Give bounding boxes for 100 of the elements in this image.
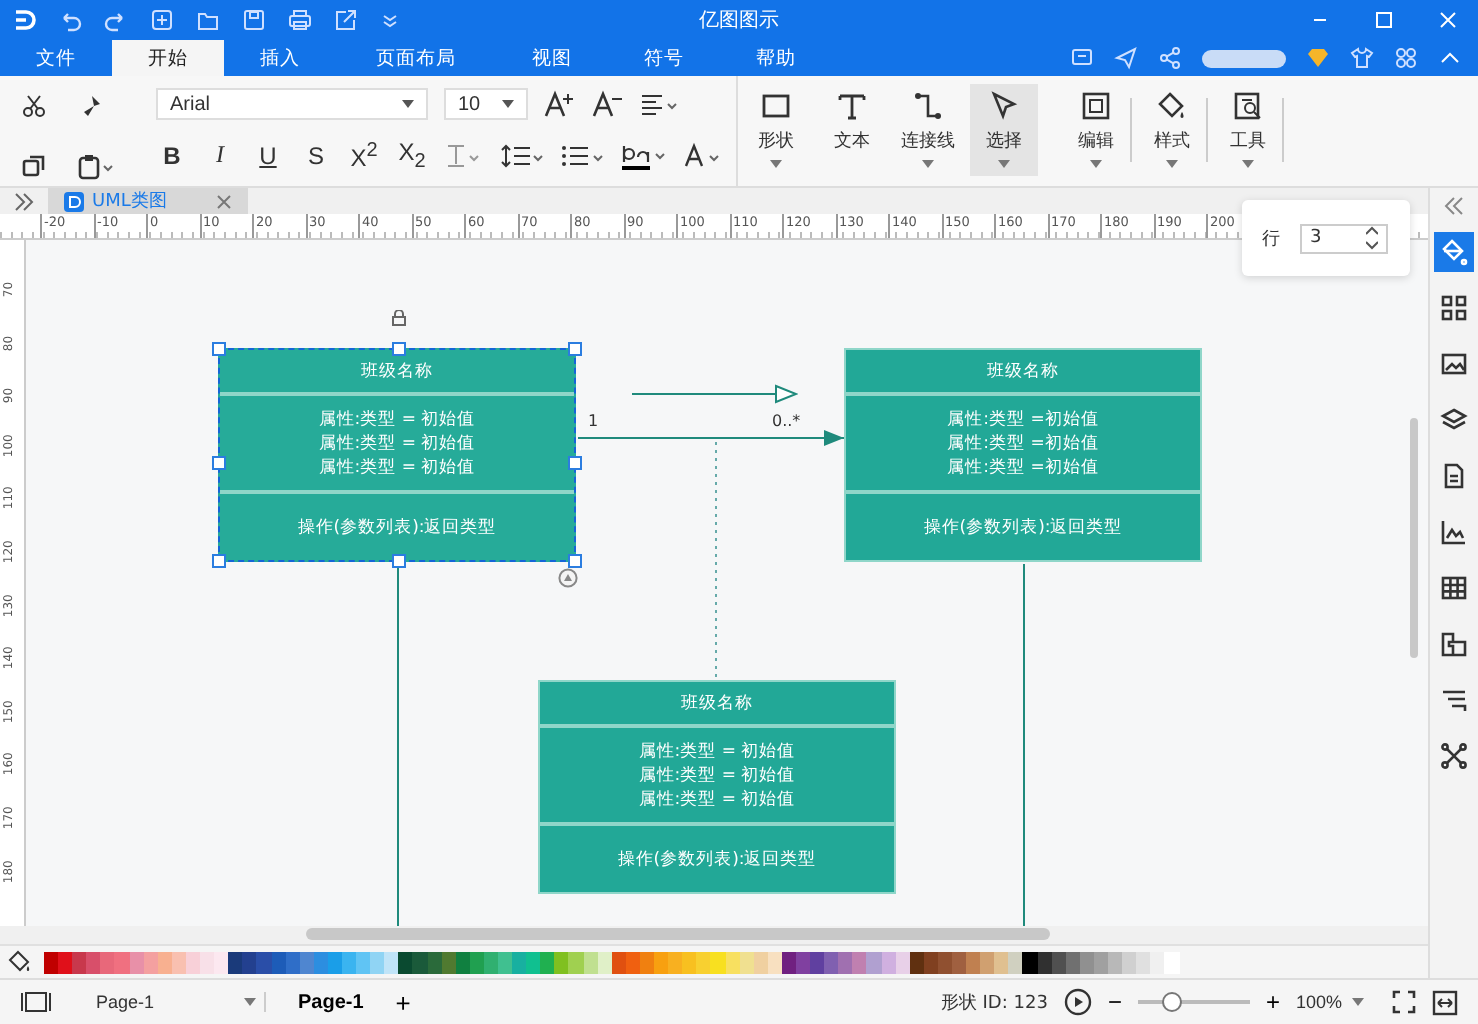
zoom-out-button[interactable]: − bbox=[1107, 988, 1122, 1016]
color-swatch[interactable] bbox=[966, 951, 981, 973]
zoom-slider-thumb[interactable] bbox=[1161, 992, 1182, 1012]
color-swatch[interactable] bbox=[526, 951, 541, 973]
resize-handle[interactable] bbox=[392, 554, 406, 568]
apps-icon[interactable] bbox=[1394, 46, 1418, 70]
color-swatch[interactable] bbox=[540, 951, 555, 973]
color-swatch[interactable] bbox=[86, 951, 101, 973]
color-swatch[interactable] bbox=[668, 951, 683, 973]
color-swatch[interactable] bbox=[568, 951, 584, 973]
color-swatch[interactable] bbox=[1136, 951, 1151, 973]
color-swatch[interactable] bbox=[838, 951, 853, 973]
play-icon[interactable] bbox=[1063, 988, 1092, 1016]
collapse-panel-icon[interactable] bbox=[1442, 196, 1466, 216]
format-button[interactable]: B bbox=[156, 141, 188, 170]
line-spacing-icon[interactable] bbox=[500, 141, 544, 170]
toolbar-button[interactable]: 选择 bbox=[970, 84, 1038, 176]
add-page-button[interactable]: + bbox=[387, 987, 419, 1017]
font-color-icon[interactable] bbox=[684, 141, 724, 170]
color-swatch[interactable] bbox=[512, 951, 527, 973]
color-swatch[interactable] bbox=[214, 951, 229, 973]
color-swatch[interactable] bbox=[114, 951, 130, 973]
close-icon[interactable] bbox=[216, 193, 232, 209]
vertical-scrollbar[interactable] bbox=[1410, 418, 1418, 658]
color-swatch[interactable] bbox=[1022, 951, 1038, 973]
export-icon[interactable] bbox=[334, 8, 358, 32]
fill-bucket-icon[interactable] bbox=[8, 950, 32, 974]
expand-icon[interactable] bbox=[12, 191, 36, 211]
new-icon[interactable] bbox=[150, 8, 174, 32]
color-swatch[interactable] bbox=[44, 951, 59, 973]
send-icon[interactable] bbox=[1114, 46, 1138, 70]
page-view-icon[interactable] bbox=[20, 990, 52, 1014]
text-style-icon[interactable] bbox=[444, 141, 484, 170]
color-swatch[interactable] bbox=[228, 951, 243, 973]
color-swatch[interactable] bbox=[710, 951, 725, 973]
shirt-icon[interactable] bbox=[1350, 46, 1374, 70]
color-swatch[interactable] bbox=[654, 951, 669, 973]
app-logo-icon[interactable] bbox=[12, 8, 36, 32]
color-swatch[interactable] bbox=[1108, 951, 1123, 973]
redo-icon[interactable] bbox=[104, 8, 128, 32]
association-arrow[interactable] bbox=[577, 430, 845, 446]
copy-icon[interactable] bbox=[20, 152, 48, 180]
rotate-icon[interactable] bbox=[558, 568, 578, 588]
color-swatch[interactable] bbox=[1122, 951, 1137, 973]
zoom-in-button[interactable]: + bbox=[1265, 988, 1280, 1016]
toolbar-button[interactable]: 文本 bbox=[818, 84, 886, 176]
color-swatch[interactable] bbox=[384, 951, 399, 973]
undo-icon[interactable] bbox=[58, 8, 82, 32]
format-button[interactable]: X$_{2}$ bbox=[396, 138, 428, 173]
color-swatch[interactable] bbox=[398, 951, 413, 973]
format-button[interactable]: S bbox=[300, 141, 332, 170]
menu-tab[interactable]: 帮助 bbox=[720, 40, 832, 76]
fullscreen-icon[interactable] bbox=[1392, 990, 1416, 1014]
color-swatch[interactable] bbox=[824, 951, 839, 973]
toolbar-button[interactable]: 连接线 bbox=[894, 84, 962, 176]
horizontal-scrollbar[interactable] bbox=[306, 928, 1050, 940]
maximize-icon[interactable] bbox=[1374, 10, 1394, 30]
font-select[interactable]: Arial bbox=[156, 88, 428, 120]
menu-tab[interactable]: 视图 bbox=[496, 40, 608, 76]
color-swatch[interactable] bbox=[952, 951, 967, 973]
page-tab[interactable]: Page-1 bbox=[290, 991, 372, 1013]
color-swatch[interactable] bbox=[994, 951, 1009, 973]
paste-icon[interactable] bbox=[76, 152, 116, 180]
color-swatch[interactable] bbox=[72, 951, 87, 973]
page-select[interactable]: Page-1 bbox=[68, 992, 266, 1012]
print-icon[interactable] bbox=[288, 8, 312, 32]
color-swatch[interactable] bbox=[554, 951, 569, 973]
color-swatch[interactable] bbox=[682, 951, 697, 973]
zoom-select[interactable]: 100% bbox=[1295, 992, 1364, 1012]
format-button[interactable]: X$^{2}$ bbox=[348, 139, 380, 172]
resize-handle[interactable] bbox=[392, 342, 406, 356]
toolbar-button[interactable]: 形状 bbox=[742, 84, 810, 176]
scissors-icon[interactable] bbox=[20, 92, 48, 120]
color-swatch[interactable] bbox=[866, 951, 882, 973]
toolbar-button[interactable]: 样式 bbox=[1138, 84, 1206, 176]
fit-width-icon[interactable] bbox=[1432, 989, 1458, 1015]
color-swatch[interactable] bbox=[356, 951, 371, 973]
color-swatch[interactable] bbox=[810, 951, 825, 973]
color-swatch[interactable] bbox=[100, 951, 115, 973]
align-icon[interactable] bbox=[640, 90, 680, 118]
font-grow-icon[interactable] bbox=[544, 90, 576, 118]
color-swatch[interactable] bbox=[412, 951, 428, 973]
folder-icon[interactable] bbox=[196, 8, 220, 32]
menu-tab[interactable]: 插入 bbox=[224, 40, 336, 76]
menu-tab[interactable]: 符号 bbox=[608, 40, 720, 76]
font-size-select[interactable]: 10 bbox=[444, 88, 528, 120]
color-swatch[interactable] bbox=[58, 951, 73, 973]
menu-tab[interactable]: 文件 bbox=[0, 40, 112, 76]
color-swatch[interactable] bbox=[852, 951, 867, 973]
toolbar-button[interactable]: 编辑 bbox=[1062, 84, 1130, 176]
font-shrink-icon[interactable] bbox=[592, 90, 624, 118]
color-swatch[interactable] bbox=[1150, 951, 1165, 973]
format-button[interactable]: I bbox=[204, 140, 236, 171]
share-icon[interactable] bbox=[1158, 46, 1182, 70]
resize-handle[interactable] bbox=[568, 342, 582, 356]
chat-icon[interactable] bbox=[1070, 46, 1094, 70]
color-swatch[interactable] bbox=[200, 951, 215, 973]
color-swatch[interactable] bbox=[498, 951, 513, 973]
dependency-line[interactable] bbox=[715, 441, 717, 679]
resize-handle[interactable] bbox=[568, 456, 582, 470]
